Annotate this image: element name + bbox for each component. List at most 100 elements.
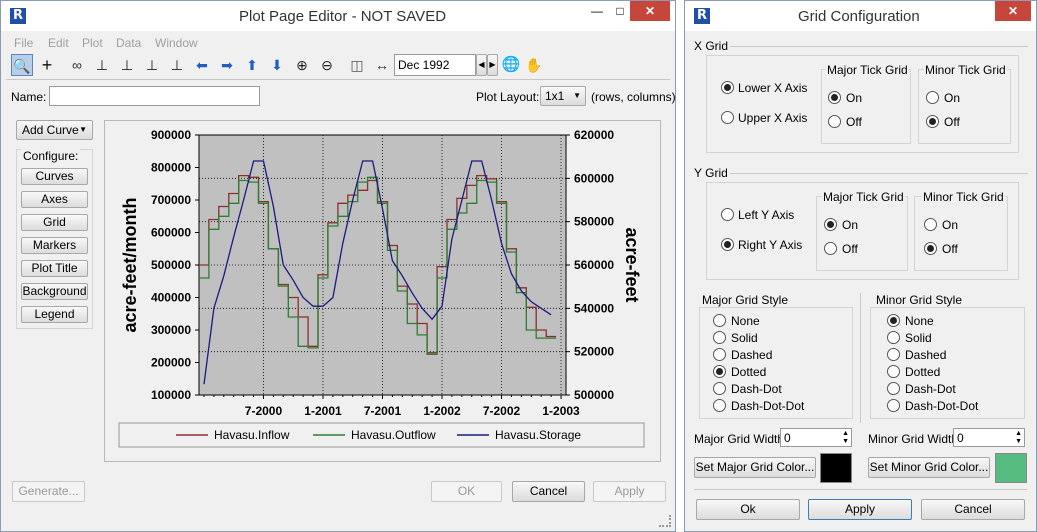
curves-button[interactable]: Curves [21,168,88,185]
left-y-axis-radio[interactable] [721,208,734,221]
axis-icon-4[interactable]: ⊥ [166,54,188,76]
set-minor-grid-color-button[interactable]: Set Minor Grid Color... [868,457,990,478]
y-major-off-label: Off [842,242,858,256]
major-style-dotted-label: Dotted [731,365,767,379]
link-icon[interactable]: ∞ [66,54,88,76]
menu-file[interactable]: File [14,36,33,50]
y-left-axis-title: acre-feet/month [120,197,140,332]
ok-button[interactable]: OK [431,481,502,502]
axis-icon-1[interactable]: ⊥ [91,54,113,76]
generate-button[interactable]: Generate... [12,481,85,502]
menu-data[interactable]: Data [116,36,141,50]
y-minor-on-radio[interactable] [924,218,937,231]
background-button[interactable]: Background [21,283,88,300]
y-major-on-label: On [842,218,859,232]
major-style-dash-dot-label: Dash-Dot [731,382,782,396]
y-major-off-radio[interactable] [824,242,837,255]
minimize-button[interactable]: — [584,1,610,21]
maximize-button[interactable]: □ [610,1,630,21]
date-next-button[interactable]: ▶ [487,54,498,76]
major-style-none-label: None [731,314,760,328]
major-style-solid-radio[interactable] [713,331,726,344]
minor-color-swatch[interactable] [995,453,1027,483]
toolbar-separator [6,79,670,80]
x-grid-rule [730,46,1028,47]
spinner-arrows-icon[interactable]: ▲ ▼ [1015,430,1022,446]
split-icon[interactable]: ◫ [346,54,368,76]
major-style-dashed-radio[interactable] [713,348,726,361]
menu-plot[interactable]: Plot [82,36,103,50]
cancel-button[interactable]: Cancel [512,481,585,502]
set-major-grid-color-button[interactable]: Set Major Grid Color... [694,457,816,478]
minor-style-dotted-radio[interactable] [887,365,900,378]
axes-button[interactable]: Axes [21,191,88,208]
globe-icon[interactable]: 🌐 [500,54,522,76]
axis-icon-3[interactable]: ⊥ [141,54,163,76]
major-style-dash-dot-radio[interactable] [713,382,726,395]
minor-style-dashed-radio[interactable] [887,348,900,361]
zoom-select-icon[interactable]: 🔍 [11,54,33,76]
major-grid-width-label: Major Grid Width [694,432,785,446]
major-color-swatch[interactable] [820,453,852,483]
minor-style-dash-dot-dot-radio[interactable] [887,399,900,412]
zoom-in-icon[interactable]: ⊕ [291,54,313,76]
arrow-down-icon[interactable]: ⬇ [266,54,288,76]
right-y-axis-radio[interactable] [721,238,734,251]
major-grid-style-label: Major Grid Style [702,293,789,307]
arrow-left-icon[interactable]: ⬅ [191,54,213,76]
major-grid-width-spinner[interactable]: 0 ▲ ▼ [780,428,852,447]
legend-button[interactable]: Legend [21,306,88,323]
x-major-on-radio[interactable] [828,91,841,104]
right-y-axis-label: Right Y Axis [738,238,803,252]
dialog-close-button[interactable]: ✕ [995,1,1031,21]
dialog-apply-button[interactable]: Apply [808,499,912,520]
zoom-out-icon[interactable]: ⊖ [316,54,338,76]
plot-layout-select[interactable]: 1x1 ▼ [540,86,586,106]
y-left-tick-label: 600000 [151,226,191,240]
resize-grip-icon[interactable] [659,515,671,527]
apply-button[interactable]: Apply [593,481,666,502]
plot-layout-label: Plot Layout: [476,90,540,104]
crosshair-icon[interactable]: + [36,54,58,76]
minor-grid-width-value: 0 [957,431,964,445]
dialog-ok-button[interactable]: Ok [696,499,800,520]
y-left-tick-label: 700000 [151,193,191,207]
minor-style-dash-dot-radio[interactable] [887,382,900,395]
y-major-on-radio[interactable] [824,218,837,231]
x-minor-off-radio[interactable] [926,115,939,128]
minor-style-none-radio[interactable] [887,314,900,327]
arrow-right-icon[interactable]: ➡ [216,54,238,76]
menu-window[interactable]: Window [155,36,198,50]
x-minor-on-radio[interactable] [926,91,939,104]
spinner-arrows-icon[interactable]: ▲ ▼ [842,430,849,446]
name-input[interactable] [49,86,260,106]
dialog-cancel-button[interactable]: Cancel [921,499,1025,520]
markers-button[interactable]: Markers [21,237,88,254]
x-tick-label: 7-2001 [364,404,402,418]
minor-style-solid-radio[interactable] [887,331,900,344]
major-style-dotted-radio[interactable] [713,365,726,378]
close-button[interactable]: ✕ [630,1,670,21]
date-field[interactable]: Dec 1992 [394,54,476,76]
dialog-bottom-rule [694,489,1027,490]
grid-configuration-window: R Grid Configuration ✕ X Grid Lower X Ax… [684,0,1037,532]
major-style-none-radio[interactable] [713,314,726,327]
fit-icon[interactable]: ↔ [371,54,393,76]
plot-title-button[interactable]: Plot Title [21,260,88,277]
arrow-up-icon[interactable]: ⬆ [241,54,263,76]
menu-edit[interactable]: Edit [48,36,69,50]
y-minor-off-radio[interactable] [924,242,937,255]
date-prev-button[interactable]: ◀ [476,54,487,76]
y-left-tick-label: 300000 [151,323,191,337]
lower-x-axis-radio[interactable] [721,81,734,94]
upper-x-axis-radio[interactable] [721,111,734,124]
major-style-dash-dot-dot-radio[interactable] [713,399,726,412]
add-curve-button[interactable]: Add Curve ▼ [16,120,93,140]
hand-icon[interactable]: ✋ [523,54,545,76]
minor-grid-width-label: Minor Grid Width [868,432,959,446]
x-major-off-radio[interactable] [828,115,841,128]
grid-button[interactable]: Grid [21,214,88,231]
axis-icon-2[interactable]: ⊥ [116,54,138,76]
dialog-titlebar: R Grid Configuration ✕ [685,1,1036,31]
minor-grid-width-spinner[interactable]: 0 ▲ ▼ [953,428,1025,447]
